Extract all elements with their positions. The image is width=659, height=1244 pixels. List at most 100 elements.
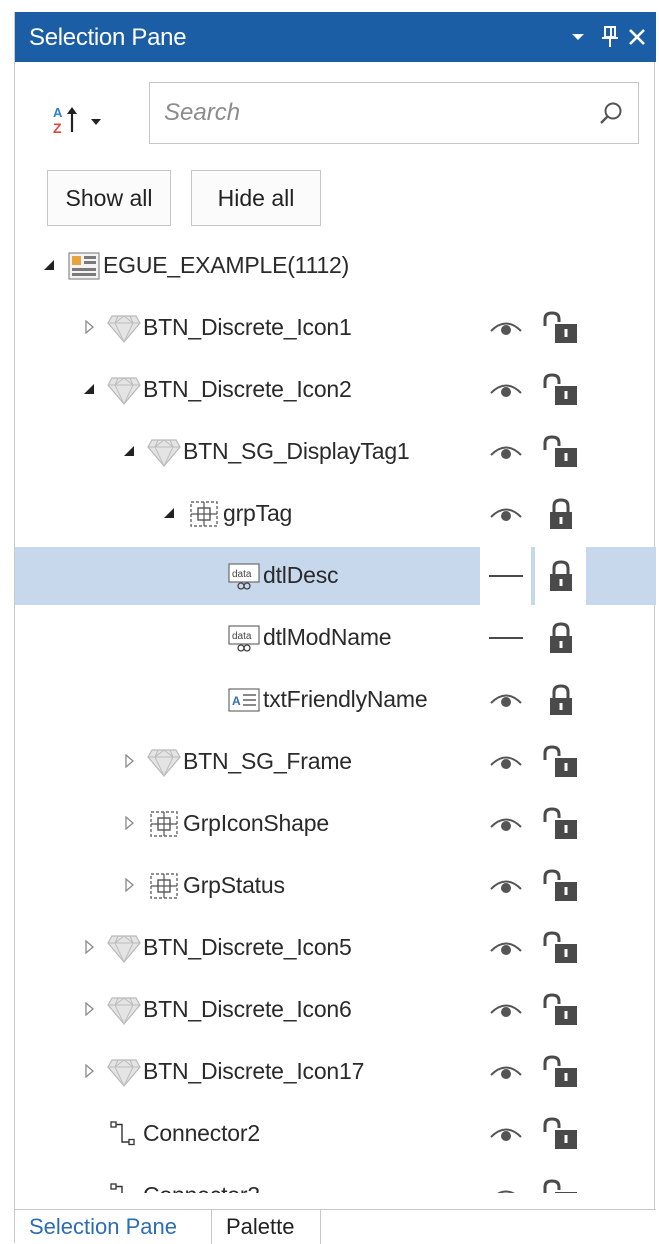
search-box[interactable]: [149, 82, 639, 144]
gem-icon: [107, 312, 141, 344]
group-icon: [147, 808, 181, 840]
object-tree: EGUE_EXAMPLE(1112) BTN_Discrete_Icon1 BTN_…: [15, 227, 656, 1193]
unlock-icon[interactable]: [535, 733, 586, 791]
collapsed-arrow-icon[interactable]: [81, 1063, 97, 1079]
window-menu-chevron-down-icon[interactable]: [566, 22, 590, 52]
eye-icon[interactable]: [480, 1043, 531, 1101]
eye-icon[interactable]: [480, 1167, 531, 1193]
unlock-icon[interactable]: [535, 361, 586, 419]
text-icon: A: [227, 684, 261, 716]
pane-toolbar: A Z: [15, 82, 656, 152]
tab-palette[interactable]: Palette: [211, 1210, 321, 1244]
tree-row[interactable]: grpTag: [15, 485, 656, 543]
unlock-icon[interactable]: [535, 1105, 586, 1163]
collapsed-arrow-icon[interactable]: [121, 753, 137, 769]
tree-row[interactable]: Connector3: [15, 1167, 656, 1193]
unlock-icon[interactable]: [535, 1043, 586, 1101]
unlock-icon[interactable]: [535, 299, 586, 357]
collapsed-arrow-icon[interactable]: [81, 319, 97, 335]
expanded-arrow-icon[interactable]: [81, 381, 97, 397]
unlock-icon[interactable]: [535, 919, 586, 977]
tree-item-label: BTN_Discrete_Icon1: [143, 314, 352, 340]
tree-row[interactable]: GrpStatus: [15, 857, 656, 915]
lock-icon[interactable]: [535, 485, 586, 543]
show-all-button[interactable]: Show all: [47, 170, 171, 226]
lock-icon[interactable]: [535, 547, 586, 605]
svg-text:A: A: [53, 105, 63, 120]
gem-icon: [107, 994, 141, 1026]
tree-row[interactable]: Connector2: [15, 1105, 656, 1163]
tree-item-label: dtlModName: [263, 624, 392, 650]
pane-title-bar: Selection Pane: [15, 12, 656, 62]
left-margin: [0, 0, 14, 1243]
sort-az-icon[interactable]: A Z: [53, 104, 109, 136]
hide-all-button[interactable]: Hide all: [191, 170, 321, 226]
eye-icon[interactable]: [480, 857, 531, 915]
tree-row[interactable]: EGUE_EXAMPLE(1112): [15, 237, 656, 295]
tree-item-label: GrpStatus: [183, 872, 285, 898]
eye-icon[interactable]: [480, 919, 531, 977]
tree-row[interactable]: data dtlModName: [15, 609, 656, 667]
expanded-arrow-icon[interactable]: [161, 505, 177, 521]
gem-icon: [107, 374, 141, 406]
eye-icon[interactable]: [480, 671, 531, 729]
collapsed-arrow-icon[interactable]: [121, 815, 137, 831]
expanded-arrow-icon[interactable]: [121, 443, 137, 459]
tree-row[interactable]: BTN_Discrete_Icon17: [15, 1043, 656, 1101]
collapsed-arrow-icon[interactable]: [81, 939, 97, 955]
tree-item-label: BTN_Discrete_Icon2: [143, 376, 352, 402]
unlock-icon[interactable]: [535, 981, 586, 1039]
unlock-icon[interactable]: [535, 423, 586, 481]
tree-row[interactable]: BTN_SG_DisplayTag1: [15, 423, 656, 481]
tree-item-label: grpTag: [223, 500, 293, 526]
pane-title: Selection Pane: [29, 24, 187, 51]
collapsed-arrow-icon[interactable]: [81, 1001, 97, 1017]
eye-icon[interactable]: [480, 1105, 531, 1163]
tree-item-label: BTN_Discrete_Icon17: [143, 1058, 365, 1084]
eye-icon[interactable]: [480, 733, 531, 791]
tree-item-label: dtlDesc: [263, 562, 339, 588]
tree-item-label: EGUE_EXAMPLE(1112): [103, 252, 350, 278]
tab-selection-pane[interactable]: Selection Pane: [15, 1210, 211, 1244]
eye-icon[interactable]: [480, 299, 531, 357]
tree-item-label: BTN_Discrete_Icon6: [143, 996, 352, 1022]
tree-row[interactable]: BTN_Discrete_Icon2: [15, 361, 656, 419]
tree-item-label: Connector3: [143, 1182, 260, 1193]
hidden-dash-icon[interactable]: [480, 547, 531, 605]
tree-row[interactable]: BTN_Discrete_Icon5: [15, 919, 656, 977]
data-icon: data: [227, 622, 261, 654]
unlock-icon[interactable]: [535, 1167, 586, 1193]
svg-text:A: A: [232, 694, 241, 708]
tree-item-label: BTN_Discrete_Icon5: [143, 934, 352, 960]
eye-icon[interactable]: [480, 485, 531, 543]
eye-icon[interactable]: [480, 423, 531, 481]
unlock-icon[interactable]: [535, 795, 586, 853]
group-icon: [187, 498, 221, 530]
svg-text:data: data: [232, 631, 252, 642]
tree-item-label: GrpIconShape: [183, 810, 329, 836]
tree-row[interactable]: AtxtFriendlyName: [15, 671, 656, 729]
tree-item-label: Connector2: [143, 1120, 260, 1146]
tree-row[interactable]: data dtlDesc: [15, 547, 656, 605]
lock-icon[interactable]: [535, 609, 586, 667]
search-input[interactable]: [162, 95, 586, 131]
pin-icon[interactable]: [598, 22, 622, 52]
expanded-arrow-icon[interactable]: [41, 257, 57, 273]
tree-row[interactable]: GrpIconShape: [15, 795, 656, 853]
unlock-icon[interactable]: [535, 857, 586, 915]
connector-icon: [107, 1118, 141, 1150]
eye-icon[interactable]: [480, 361, 531, 419]
search-icon[interactable]: [598, 101, 624, 127]
tree-row[interactable]: BTN_Discrete_Icon6: [15, 981, 656, 1039]
close-icon[interactable]: [625, 22, 649, 52]
tree-row[interactable]: BTN_SG_Frame: [15, 733, 656, 791]
eye-icon[interactable]: [480, 981, 531, 1039]
eye-icon[interactable]: [480, 795, 531, 853]
tree-item-label: txtFriendlyName: [263, 686, 428, 712]
collapsed-arrow-icon[interactable]: [121, 877, 137, 893]
hidden-dash-icon[interactable]: [480, 609, 531, 667]
lock-icon[interactable]: [535, 671, 586, 729]
tree-row[interactable]: BTN_Discrete_Icon1: [15, 299, 656, 357]
gem-icon: [107, 932, 141, 964]
pane-tabs: Selection Pane Palette: [15, 1209, 656, 1244]
